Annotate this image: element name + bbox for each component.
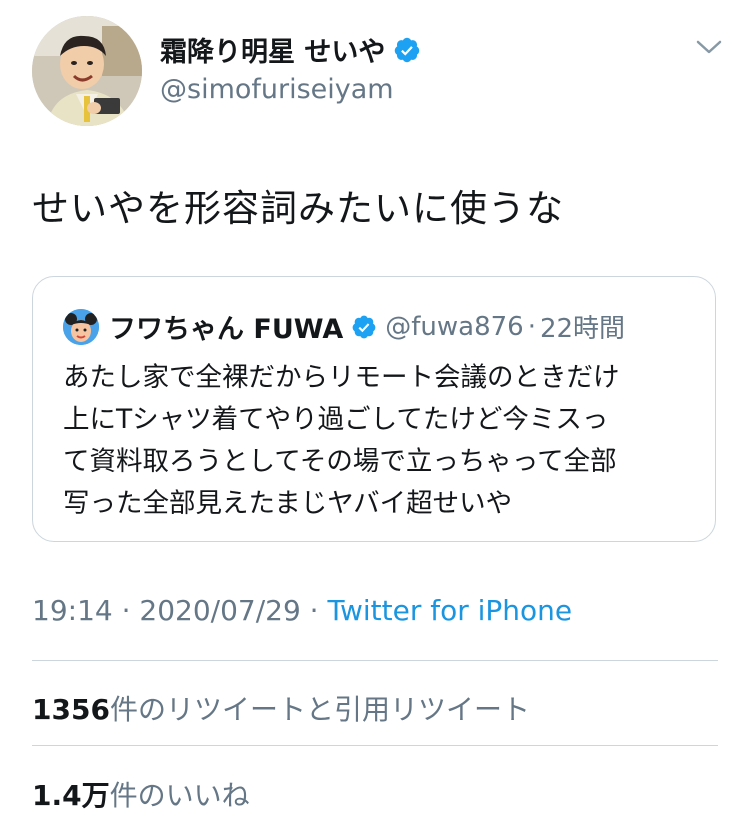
tweet-timestamp[interactable]: 19:14 · 2020/07/29 · [32, 594, 327, 627]
quoted-tweet-card[interactable]: フワちゃん FUWA @fuwa876 · 22時間 あたし家で全裸だからリモー… [32, 276, 716, 542]
divider [32, 745, 718, 746]
divider [32, 660, 718, 661]
tweet-text: せいやを形容詞みたいに使うな [32, 187, 564, 230]
quoted-separator: · [527, 311, 536, 342]
author-display-name-text[interactable]: 霜降り明星 せいや [160, 30, 385, 69]
quoted-tweet-text: あたし家で全裸だからリモート会議のときだけ 上にTシャツ着てやり過ごしてたけど今… [63, 357, 703, 525]
likes-label: 件のいいね [109, 779, 250, 812]
likes-count: 1.4万 [32, 779, 110, 812]
quoted-text-line: 上にTシャツ着てやり過ごしてたけど今ミスっ [63, 404, 609, 435]
author-handle[interactable]: @simofuriseiyam [160, 74, 394, 105]
tweet-source-link[interactable]: Twitter for iPhone [327, 594, 572, 627]
retweets-label: 件のリツイートと引用リツイート [109, 693, 530, 726]
quoted-text-line: あたし家で全裸だからリモート会議のときだけ [63, 362, 620, 393]
quoted-text-line: 写った全部見えたまじヤバイ超せいや [63, 488, 513, 519]
verified-badge-icon [393, 36, 421, 64]
quoted-author-name: フワちゃん FUWA [109, 314, 344, 345]
chevron-down-icon[interactable] [694, 36, 724, 58]
quoted-author-avatar [63, 308, 99, 345]
likes-stat[interactable]: 1.4万件のいいね [32, 774, 250, 814]
verified-badge-icon [351, 314, 377, 340]
quoted-text-line: て資料取ろうとしてその場で立っちゃって全部 [63, 446, 617, 477]
retweets-stat[interactable]: 1356件のリツイートと引用リツイート [32, 688, 530, 728]
retweets-count: 1356 [32, 693, 110, 726]
quoted-author-handle: @fuwa876 [385, 311, 524, 342]
author-avatar[interactable] [32, 16, 142, 126]
author-display-name[interactable]: 霜降り明星 せいや [160, 30, 421, 69]
quoted-timestamp: 22時間 [539, 314, 626, 344]
tweet-metadata: 19:14 · 2020/07/29 · Twitter for iPhone [32, 594, 572, 627]
quoted-tweet-header: フワちゃん FUWA @fuwa876 · 22時間 [63, 307, 625, 346]
